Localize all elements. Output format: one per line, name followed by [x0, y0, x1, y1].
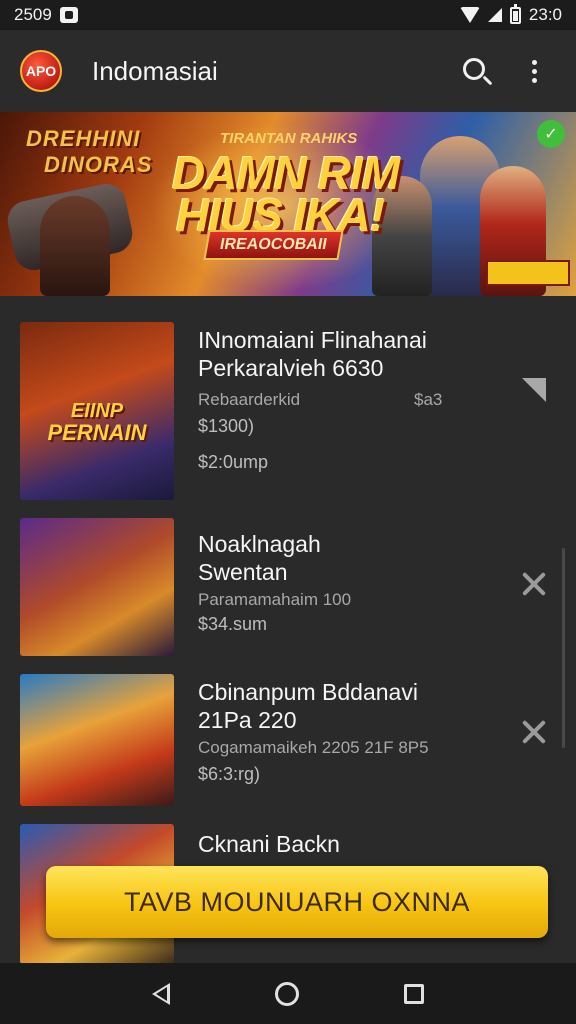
banner-small-title-2: DINORAS [44, 152, 153, 177]
status-bar: 2509 23:0 [0, 0, 576, 30]
item-title: Cbinanpum Bddanavi [198, 679, 418, 705]
banner-small-title-1: DREHHINI [26, 126, 141, 151]
cta-button[interactable]: TAVB MOUNUARH OXNNA [46, 866, 548, 938]
clock-right: 23:0 [528, 5, 562, 24]
system-nav-bar [0, 963, 576, 1024]
overflow-menu-button[interactable] [512, 49, 556, 93]
wifi-icon [459, 7, 480, 23]
item-title: Noaklnagah [198, 531, 321, 557]
item-meta: Rebaarderkid [198, 390, 301, 409]
app-thumbnail [20, 674, 174, 806]
notification-icon [59, 7, 78, 23]
search-icon [463, 58, 485, 80]
item-meta: Paramamahaim 100 [198, 590, 352, 609]
status-left: 2509 [14, 5, 78, 25]
remove-button[interactable] [516, 714, 552, 750]
item-price: $6:3:rg) [198, 764, 261, 784]
more-vert-icon [531, 59, 537, 83]
home-icon[interactable] [274, 981, 299, 1006]
item-title: Cknani Backn [198, 831, 340, 857]
recent-apps-icon[interactable] [403, 983, 424, 1004]
list-item[interactable]: EIINP PERNAIN INnomaiani Flinahanai Perk… [20, 322, 560, 502]
banner-subtitle: TIRANTAN RAHIKS [220, 130, 358, 147]
item-meta-right: $a3 [414, 390, 443, 409]
banner-tag: IREAOCOBAII [203, 230, 344, 260]
cell-signal-icon [487, 8, 502, 22]
item-subtitle: Perkaralvieh 6630 [198, 355, 384, 381]
thumb-text: PERNAIN [47, 420, 147, 445]
status-right: 23:0 [459, 3, 562, 25]
app-bar: APO Indomasiai [0, 30, 576, 112]
clock-left: 2509 [14, 5, 52, 24]
scrollbar[interactable] [562, 548, 565, 748]
close-icon [521, 571, 547, 597]
list-item[interactable]: Noaklnagah Swentan Paramamahaim 100 $34.… [20, 518, 560, 658]
open-arrow-button[interactable] [516, 372, 552, 408]
back-icon[interactable] [152, 982, 171, 1005]
app-title: Indomasiai [92, 55, 218, 86]
rating-badge [486, 260, 570, 286]
banner-hero-left [40, 196, 110, 296]
item-price-secondary: $2:0ump [198, 452, 269, 472]
app-list: EIINP PERNAIN INnomaiani Flinahanai Perk… [0, 296, 576, 963]
close-icon [521, 719, 547, 745]
item-price: $1300) [198, 416, 255, 436]
app-logo[interactable]: APO [20, 50, 62, 92]
app-thumbnail: EIINP PERNAIN [20, 322, 174, 500]
app-thumbnail [20, 518, 174, 656]
item-subtitle: Swentan [198, 559, 288, 585]
item-price: $34.sum [198, 614, 268, 634]
badge-icon: ✓ [537, 120, 565, 148]
promo-banner[interactable]: DREHHINI DINORAS TIRANTAN RAHIKS DAMN RI… [0, 112, 576, 296]
item-subtitle: 21Pa 220 [198, 707, 297, 733]
list-item[interactable]: Cbinanpum Bddanavi 21Pa 220 Cogamamaikeh… [20, 674, 560, 806]
item-title: INnomaiani Flinahanai [198, 327, 427, 353]
remove-button[interactable] [516, 566, 552, 602]
search-button[interactable] [454, 49, 498, 93]
battery-icon [509, 3, 521, 24]
arrow-icon [522, 378, 546, 402]
item-meta: Cogamamaikeh 2205 21F 8P5 [198, 738, 429, 757]
